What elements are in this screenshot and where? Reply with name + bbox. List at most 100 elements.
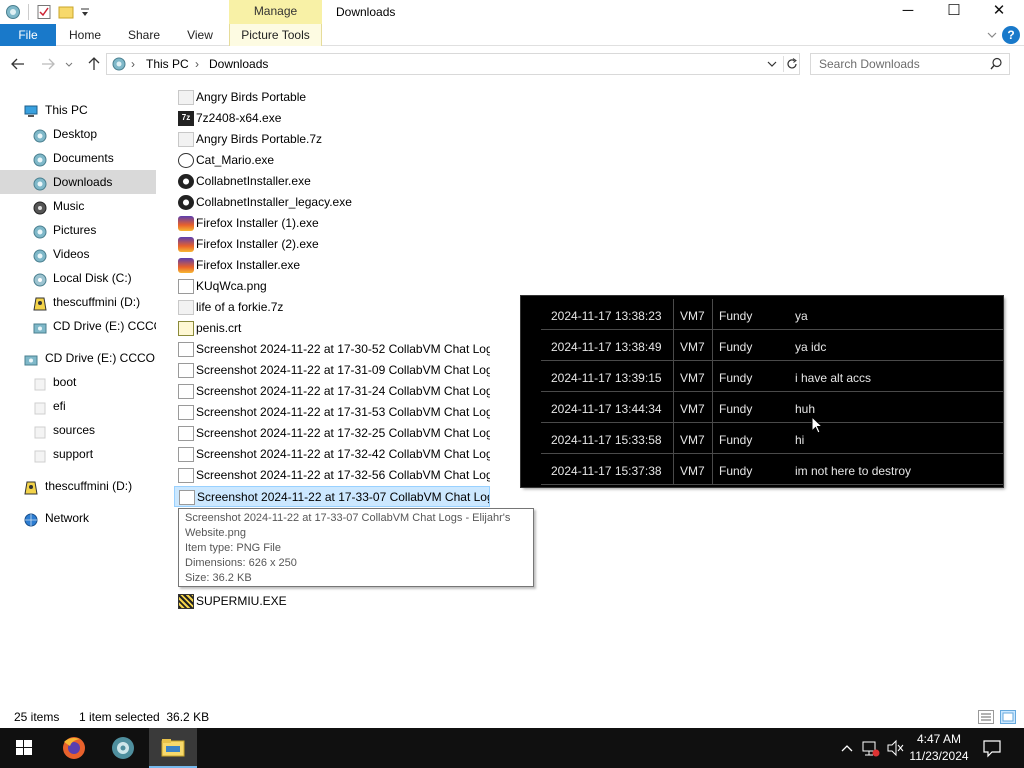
file-row[interactable]: CollabnetInstaller.exe [174,171,490,192]
chat-time: 2024-11-17 15:33:58 [551,433,662,447]
tooltip-size: Size: 36.2 KB [185,572,252,584]
file-row[interactable]: Firefox Installer (1).exe [174,213,490,234]
sidebar-item-network[interactable]: Network [0,506,156,530]
up-button[interactable] [84,54,104,74]
show-hidden-icons[interactable] [838,728,856,768]
chat-divider [673,392,674,423]
address-dropdown-icon[interactable] [765,56,779,75]
sidebar-item-documents[interactable]: Documents [0,146,156,170]
image-file-icon [178,468,194,483]
file-row[interactable]: CollabnetInstaller_legacy.exe [174,192,490,213]
sidebar-item-music[interactable]: Music [0,194,156,218]
file-name: Angry Birds Portable.7z [196,132,323,146]
file-row[interactable]: Screenshot 2024-11-22 at 17-32-42 Collab… [174,444,490,465]
file-row[interactable]: Cat_Mario.exe [174,150,490,171]
sidebar-item-label: Network [45,511,90,525]
file-row[interactable]: penis.crt [174,318,490,339]
tab-share[interactable]: Share [121,24,167,46]
file-row[interactable]: KUqWca.png [174,276,490,297]
sidebar-item-thescuffmini-root[interactable]: thescuffmini (D:) [0,474,156,498]
disk-icon [33,271,47,287]
sidebar-item-support[interactable]: support [0,442,156,466]
back-button[interactable] [8,54,28,74]
title-bar: Manage Downloads ─ ☐ ✕ [0,0,1024,24]
tab-file[interactable]: File [0,24,56,46]
breadcrumb-downloads[interactable]: Downloads [209,54,268,74]
file-row[interactable]: Screenshot 2024-11-22 at 17-30-52 Collab… [174,339,490,360]
large-icons-view-icon[interactable] [1000,710,1016,730]
chat-message: ya idc [795,340,827,354]
tooltip-filename: Screenshot 2024-11-22 at 17-33-07 Collab… [185,512,511,524]
properties-icon[interactable] [36,4,52,20]
start-button[interactable] [0,728,48,768]
taskbar-file-explorer[interactable] [149,728,197,768]
sidebar-item-sources[interactable]: sources [0,418,156,442]
taskbar-browser[interactable] [99,728,147,768]
sidebar-item-local-disk[interactable]: Local Disk (C:) [0,266,156,290]
sidebar-item-label: Videos [53,247,90,261]
qat-customize-icon[interactable] [80,4,90,20]
file-row[interactable]: Angry Birds Portable.7z [174,129,490,150]
explorer-app-icon[interactable] [5,4,21,20]
cd-icon [24,351,38,366]
sidebar-item-desktop[interactable]: Desktop [0,122,156,146]
file-name: Screenshot 2024-11-22 at 17-30-52 Collab… [196,342,490,356]
file-row[interactable]: Angry Birds Portable [174,87,490,108]
file-row[interactable]: Screenshot 2024-11-22 at 17-31-53 Collab… [174,402,490,423]
file-row[interactable]: Screenshot 2024-11-22 at 17-31-24 Collab… [174,381,490,402]
file-name: Screenshot 2024-11-22 at 17-32-42 Collab… [196,447,490,461]
firefox-icon [178,237,194,252]
sidebar-item-this-pc[interactable]: This PC [0,98,156,122]
close-button[interactable]: ✕ [976,0,1022,24]
search-box[interactable]: Search Downloads [810,53,1010,75]
mouse-cursor-icon [811,415,824,437]
file-name: CollabnetInstaller.exe [196,174,311,188]
chat-divider [673,454,674,485]
sidebar-item-boot[interactable]: boot [0,370,156,394]
sidebar-item-videos[interactable]: Videos [0,242,156,266]
recent-locations-icon[interactable] [62,54,76,74]
action-center-icon[interactable] [980,728,1004,768]
file-row[interactable]: SUPERMIU.EXE [174,591,490,612]
file-row[interactable]: Screenshot 2024-11-22 at 17-31-09 Collab… [174,360,490,381]
forward-button[interactable] [38,54,58,74]
details-view-icon[interactable] [978,710,994,730]
minimize-button[interactable]: ─ [885,0,931,24]
sidebar-item-pictures[interactable]: Pictures [0,218,156,242]
tab-home[interactable]: Home [64,24,106,46]
file-row[interactable]: Firefox Installer.exe [174,255,490,276]
sidebar-item-downloads[interactable]: Downloads [0,170,156,194]
firefox-icon [63,737,85,759]
file-row[interactable]: Screenshot 2024-11-22 at 17-32-56 Collab… [174,465,490,486]
breadcrumb-this-pc[interactable]: This PC [146,54,189,74]
sidebar-item-thescuffmini[interactable]: thescuffmini (D:) [0,290,156,314]
sidebar-item-cd-drive[interactable]: CD Drive (E:) CCCO [0,314,156,338]
search-icon[interactable] [989,56,1003,75]
help-button[interactable]: ? [1002,26,1020,44]
tab-view[interactable]: View [180,24,220,46]
file-row[interactable]: 7z 7z2408-x64.exe [174,108,490,129]
sidebar-item-label: CD Drive (E:) CCCO [53,319,156,333]
sidebar-item-efi[interactable]: efi [0,394,156,418]
maximize-button[interactable]: ☐ [931,0,977,24]
chat-row: 2024-11-17 13:38:49 VM7 Fundy ya idc [541,330,1003,361]
videos-icon [33,247,47,263]
archive-icon [178,300,194,315]
file-row[interactable]: Firefox Installer (2).exe [174,234,490,255]
taskbar-clock[interactable]: 4:47 AM 11/23/2024 [898,731,980,765]
taskbar-firefox[interactable] [50,728,98,768]
file-row[interactable]: Screenshot 2024-11-22 at 17-32-25 Collab… [174,423,490,444]
sidebar-item-cd-drive-root[interactable]: CD Drive (E:) CCCOM [0,346,156,370]
chat-divider [673,423,674,454]
sidebar-item-label: thescuffmini (D:) [45,479,133,493]
sidebar-item-label: Local Disk (C:) [53,271,132,285]
ribbon-expand-icon[interactable] [986,24,998,46]
refresh-icon[interactable] [785,56,799,75]
network-tray-icon[interactable] [860,728,882,768]
file-row[interactable]: life of a forkie.7z [174,297,490,318]
tab-picture-tools[interactable]: Picture Tools [229,24,322,46]
new-folder-icon[interactable] [58,4,74,20]
file-row-selected[interactable]: Screenshot 2024-11-22 at 17-33-07 Collab… [174,486,490,507]
address-bar[interactable]: › This PC › Downloads [106,53,800,75]
sidebar-item-label: Documents [53,151,114,165]
